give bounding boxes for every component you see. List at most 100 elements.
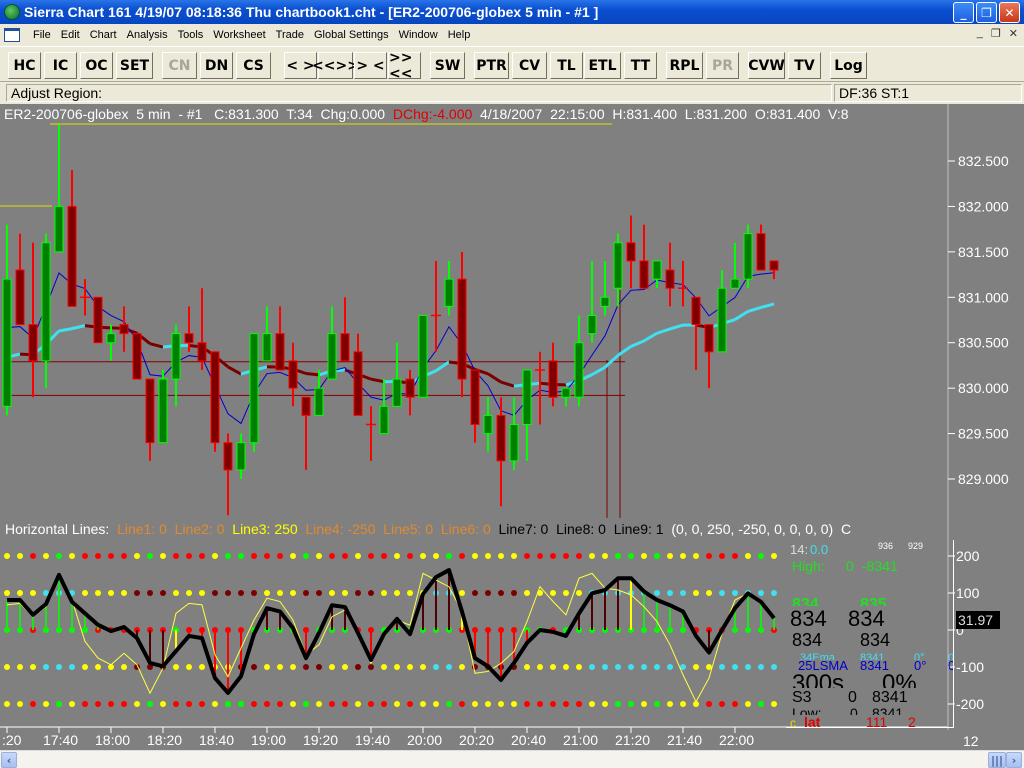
candle-body xyxy=(54,205,64,253)
candle-body xyxy=(756,233,766,271)
slow-ma-segment xyxy=(227,365,242,376)
level-dot xyxy=(420,553,426,559)
candle-body xyxy=(288,360,298,389)
candle-body xyxy=(561,387,571,398)
level-dot xyxy=(121,701,127,707)
price-tick-label: 830.000 xyxy=(958,380,1009,396)
horizontal-scrollbar[interactable]: ‹ ||| › xyxy=(0,750,1024,768)
time-tick-label: 20:00 xyxy=(407,732,442,748)
scroll-left-icon[interactable]: ‹ xyxy=(1,752,17,768)
level-dot xyxy=(550,590,556,596)
level-dot xyxy=(524,590,530,596)
scroll-thumb[interactable]: ||| xyxy=(988,752,1006,768)
level-dot xyxy=(407,553,413,559)
slow-ma-segment xyxy=(305,372,320,377)
candle-body xyxy=(119,324,129,335)
level-dot xyxy=(342,701,348,707)
level-dot xyxy=(173,590,179,596)
time-tick-label: 19:20 xyxy=(303,732,338,748)
level-dot xyxy=(693,590,699,596)
level-dot xyxy=(485,701,491,707)
level-dot xyxy=(524,553,530,559)
level-dot xyxy=(654,553,660,559)
hline-item-3: Line3: 250 xyxy=(232,521,306,537)
level-dot xyxy=(290,701,296,707)
level-dot xyxy=(602,664,608,670)
level-dot xyxy=(732,701,738,707)
level-dot xyxy=(212,590,218,596)
level-dot xyxy=(381,701,387,707)
level-dot xyxy=(407,701,413,707)
level-dot xyxy=(186,701,192,707)
level-dot xyxy=(368,664,374,670)
level-dot xyxy=(264,701,270,707)
level-dot xyxy=(121,590,127,596)
level-dot xyxy=(43,701,49,707)
level-dot xyxy=(563,701,569,707)
level-dot xyxy=(732,664,738,670)
level-dot xyxy=(212,701,218,707)
level-dot xyxy=(199,590,205,596)
level-dot xyxy=(290,664,296,670)
level-dot xyxy=(576,664,582,670)
level-dot xyxy=(498,701,504,707)
level-dot xyxy=(277,664,283,670)
level-dot xyxy=(680,553,686,559)
level-dot xyxy=(706,590,712,596)
candle-body xyxy=(106,333,116,344)
level-dot xyxy=(498,590,504,596)
info-symbol: ER2-200706-globex 5 min - #1 C:831.300 T… xyxy=(4,106,393,122)
candle-body xyxy=(301,396,311,416)
slow-ma-segment xyxy=(370,377,385,384)
time-tick-label: 20:40 xyxy=(511,732,546,748)
candle-body xyxy=(639,260,649,289)
level-dot xyxy=(355,701,361,707)
level-dot xyxy=(732,553,738,559)
level-dot xyxy=(17,590,23,596)
level-dot xyxy=(342,590,348,596)
candle-body xyxy=(15,269,25,326)
level-dot xyxy=(355,553,361,559)
level-dot xyxy=(706,553,712,559)
level-dot xyxy=(680,590,686,596)
candle-body xyxy=(548,360,558,398)
level-dot xyxy=(368,590,374,596)
candle-body xyxy=(509,423,519,462)
level-dot xyxy=(134,701,140,707)
candle-body xyxy=(392,378,402,407)
level-dot xyxy=(628,664,634,670)
time-tick-label: 21:00 xyxy=(563,732,598,748)
level-dot xyxy=(303,701,309,707)
level-dot xyxy=(758,553,764,559)
level-dot xyxy=(316,664,322,670)
level-dot xyxy=(17,553,23,559)
price-tick-label: 829.000 xyxy=(958,471,1009,487)
level-dot xyxy=(95,553,101,559)
slow-ma-segment xyxy=(630,339,645,348)
level-dot xyxy=(108,701,114,707)
level-dot xyxy=(108,553,114,559)
level-dot xyxy=(381,553,387,559)
level-dot xyxy=(212,553,218,559)
price-tick-label: 831.000 xyxy=(958,289,1009,305)
level-dot xyxy=(511,590,517,596)
level-dot xyxy=(641,553,647,559)
level-dot xyxy=(654,664,660,670)
level-dot xyxy=(329,664,335,670)
level-dot xyxy=(82,590,88,596)
candle-body xyxy=(184,333,194,344)
level-dot xyxy=(771,664,777,670)
level-dot xyxy=(147,553,153,559)
level-dot xyxy=(394,590,400,596)
level-dot xyxy=(121,553,127,559)
level-dot xyxy=(277,553,283,559)
level-dot xyxy=(667,590,673,596)
level-dot xyxy=(56,701,62,707)
candle-body xyxy=(145,378,155,444)
level-dot xyxy=(108,590,114,596)
osc-tick-label: -100 xyxy=(956,659,984,675)
slow-ma-segment xyxy=(669,323,684,331)
candle-body xyxy=(158,378,168,444)
candle-body xyxy=(470,369,480,425)
scroll-right-icon[interactable]: › xyxy=(1006,752,1022,768)
